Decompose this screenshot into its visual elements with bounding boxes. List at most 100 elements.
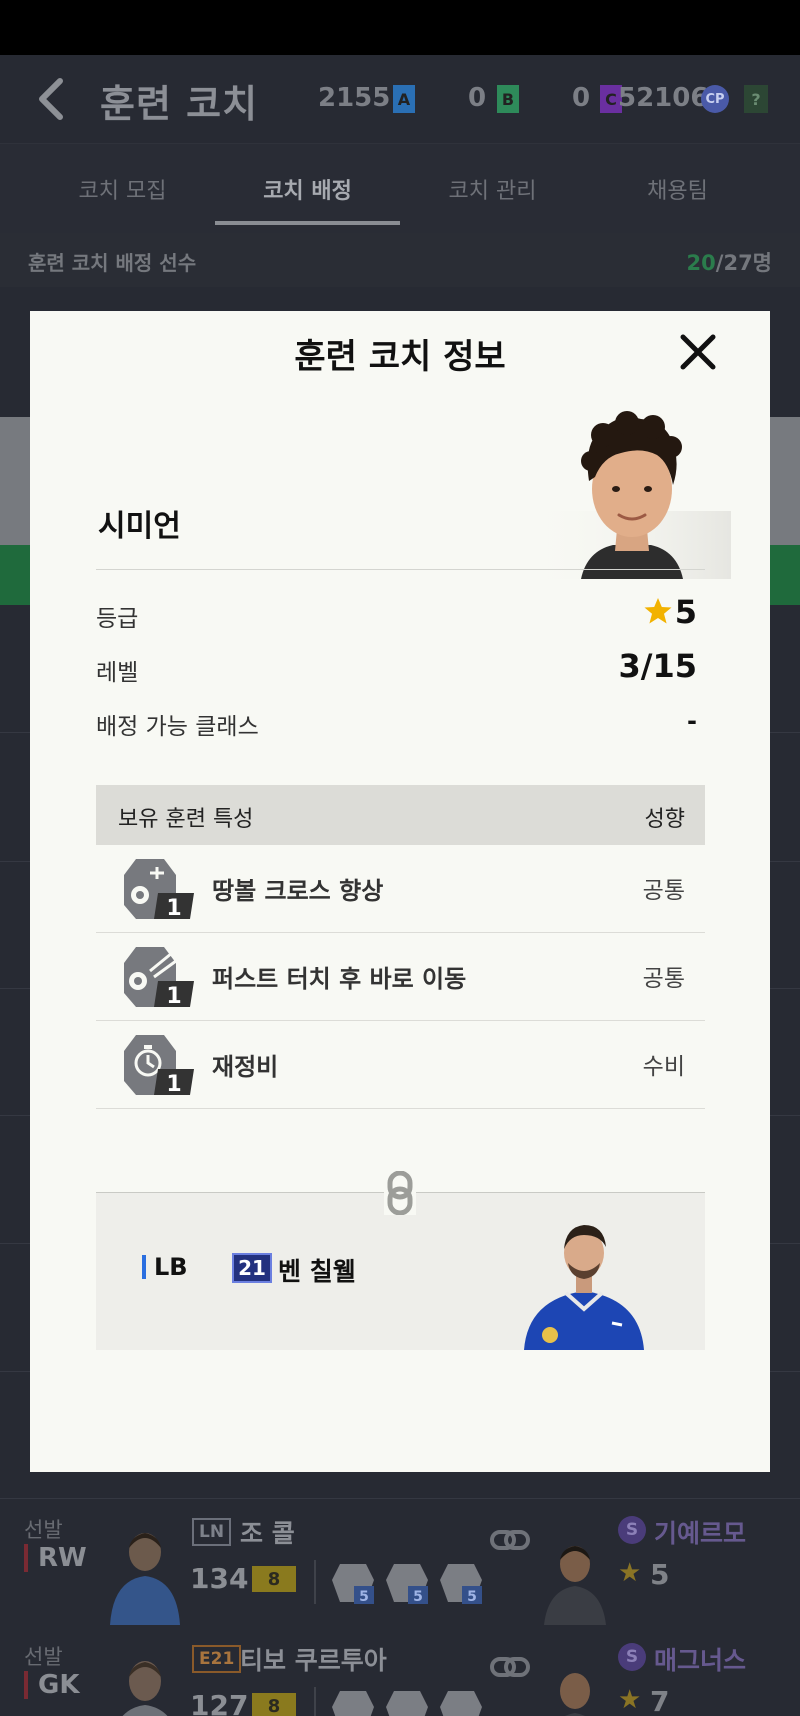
help-icon[interactable]: ? — [744, 85, 768, 113]
currency-c-value: 0 — [572, 83, 591, 113]
reorganize-trait-icon: 1 — [124, 1035, 194, 1097]
level-value: 3/15 — [618, 647, 697, 685]
linked-player-photo — [524, 1225, 644, 1350]
trait-tendency: 공통 — [642, 878, 685, 904]
level-label: 레벨 — [96, 660, 139, 686]
trait-level: 5 — [413, 1589, 423, 1605]
linked-player-name: 벤 칠웰 — [278, 1257, 356, 1286]
tab-coach-manage[interactable]: 코치 관리 — [400, 144, 585, 234]
trait-level: 1 — [166, 984, 181, 1009]
enhance-level: 8 — [252, 1693, 296, 1716]
page-title: 훈련 코치 — [100, 82, 259, 126]
player-ovr: 134 — [190, 1562, 249, 1595]
trait-name: 재정비 — [212, 1053, 279, 1081]
coach-portrait — [523, 411, 731, 579]
season-tag: LN — [192, 1518, 232, 1546]
modal-title: 훈련 코치 정보 — [294, 337, 506, 377]
coach-name: 매그너스 — [654, 1646, 747, 1675]
tab-bar: 코치 모집 코치 배정 코치 관리 채용팀 — [0, 143, 800, 233]
trait-tendency: 공통 — [642, 966, 685, 992]
row-vertical-divider — [314, 1560, 316, 1604]
grade-label: 등급 — [96, 606, 139, 632]
trait-row[interactable]: 1 퍼스트 터치 후 바로 이동 공통 — [96, 933, 705, 1021]
coach-photo — [544, 1546, 606, 1625]
section-count: 20/27명 — [687, 247, 772, 277]
active-tab-indicator — [215, 221, 400, 225]
trait-name: 퍼스트 터치 후 바로 이동 — [212, 965, 467, 993]
star-icon: ★ — [618, 1558, 642, 1588]
currency-b-value: 0 — [468, 83, 487, 113]
coach-name: 기예르모 — [654, 1519, 747, 1548]
star-icon — [644, 598, 672, 624]
traits-header-label: 보유 훈련 특성 — [118, 807, 254, 832]
chain-link-icon — [384, 1171, 416, 1215]
section-header: 훈련 코치 배정 선수 20/27명 — [0, 233, 800, 287]
star-icon: ★ — [618, 1685, 642, 1715]
coach-grade: 5 — [650, 1558, 670, 1591]
player-photo — [110, 1533, 180, 1625]
trait-icon — [386, 1691, 428, 1716]
player-role: 선발 — [24, 1645, 63, 1669]
status-bar — [0, 0, 800, 55]
grade-row: 등급 5 — [96, 593, 705, 633]
trait-level: 1 — [166, 1072, 181, 1097]
currency-b-badge: B — [497, 85, 519, 113]
trait-row[interactable]: 1 땅볼 크로스 향상 공통 — [96, 845, 705, 933]
link-icon — [490, 1657, 530, 1677]
coach-grade-badge: S — [618, 1516, 646, 1544]
player-position: GK — [24, 1671, 80, 1699]
ground-cross-trait-icon: 1 — [124, 859, 194, 921]
close-button[interactable] — [675, 329, 721, 375]
row-vertical-divider — [314, 1687, 316, 1716]
link-icon — [490, 1530, 530, 1550]
assigned-count: 20 — [686, 251, 716, 275]
season-tag: E21 — [192, 1645, 242, 1673]
section-label: 훈련 코치 배정 선수 — [28, 251, 197, 275]
grade-value: 5 — [674, 593, 697, 631]
coin-value: 52106 — [618, 83, 709, 113]
coach-info-modal: 훈련 코치 정보 시미언 등급 5 레벨 3/15 배정 가능 클래스 - 보유… — [30, 311, 770, 1472]
linked-player-card[interactable]: LB 21 벤 칠웰 — [96, 1193, 705, 1350]
trait-level: 5 — [359, 1589, 369, 1605]
player-name: 티보 쿠르투아 — [240, 1646, 387, 1675]
divider — [96, 569, 705, 570]
first-touch-trait-icon: 1 — [124, 947, 194, 1009]
enhance-level: 8 — [252, 1566, 296, 1592]
linked-player-position: LB — [142, 1255, 188, 1279]
back-button[interactable] — [30, 75, 74, 123]
coin-icon: CP — [701, 85, 729, 113]
player-ovr: 127 — [190, 1689, 249, 1716]
tendency-header: 성향 — [644, 807, 685, 832]
trait-row[interactable]: 1 재정비 수비 — [96, 1021, 705, 1109]
coach-grade: 7 — [650, 1685, 670, 1716]
tab-hiring-team[interactable]: 채용팀 — [585, 144, 770, 234]
trait-level: 5 — [467, 1589, 477, 1605]
trait-icon: 5 — [332, 1564, 374, 1605]
player-row[interactable]: 선발 RW LN 조 콜 134 8 5 5 5 S 기예르모 ★ 5 — [0, 1500, 800, 1625]
trait-tendency: 수비 — [642, 1054, 685, 1080]
level-row: 레벨 3/15 — [96, 647, 705, 687]
class-label: 배정 가능 클래스 — [96, 714, 259, 740]
row-divider — [0, 1498, 800, 1499]
trait-level: 1 — [166, 896, 181, 921]
back-arrow-icon — [39, 78, 63, 120]
trait-icon: 5 — [440, 1564, 482, 1605]
tab-coach-recruit[interactable]: 코치 모집 — [30, 144, 215, 234]
trait-icon: 5 — [386, 1564, 428, 1605]
player-name: 조 콜 — [240, 1519, 295, 1548]
coach-photo — [560, 1673, 590, 1716]
traits-header: 보유 훈련 특성 성향 — [96, 785, 705, 845]
player-role: 선발 — [24, 1518, 63, 1542]
trait-icon — [332, 1691, 374, 1716]
total-count: /27명 — [715, 251, 772, 275]
trait-name: 땅볼 크로스 향상 — [212, 877, 384, 905]
close-icon — [680, 334, 716, 370]
coach-name: 시미언 — [98, 509, 181, 544]
trait-icon — [440, 1691, 482, 1716]
class-value: - — [687, 707, 697, 735]
currency-a-badge: A — [393, 85, 415, 113]
class-row: 배정 가능 클래스 - — [96, 701, 705, 741]
linked-player-number: 21 — [232, 1253, 272, 1283]
player-row[interactable]: 선발 GK E21 티보 쿠르투아 127 8 S 매그너스 ★ 7 — [0, 1627, 800, 1716]
player-photo — [122, 1661, 168, 1716]
